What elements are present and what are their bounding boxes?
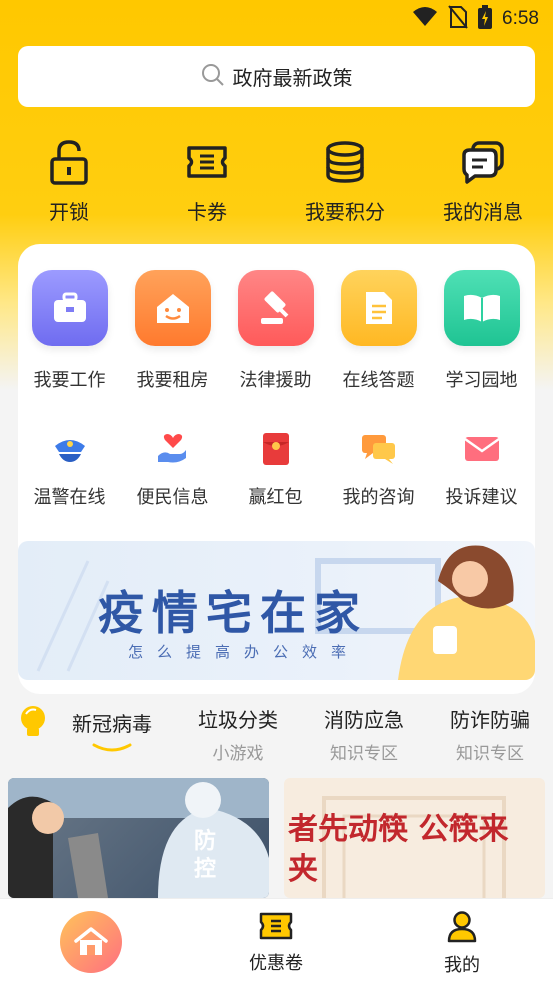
police-cap-icon xyxy=(18,429,121,469)
service-label: 我的咨询 xyxy=(342,487,415,508)
quick-action-label: 开锁 xyxy=(49,200,89,224)
gavel-icon xyxy=(237,270,314,346)
wifi-icon xyxy=(412,6,438,32)
tab-covid[interactable]: 新冠病毒 xyxy=(66,708,158,757)
service-label: 便民信息 xyxy=(136,487,209,508)
news-caption: 防控 xyxy=(194,829,217,882)
quick-action-label: 卡券 xyxy=(187,200,227,224)
service-learning[interactable]: 学习园地 xyxy=(430,270,533,392)
quick-action-ticket[interactable]: 卡券 xyxy=(152,138,262,225)
no-sim-icon xyxy=(448,5,468,33)
nav-home[interactable] xyxy=(60,911,124,973)
user-icon xyxy=(422,911,502,947)
tab-title: 消防应急 xyxy=(324,708,404,732)
quick-action-unlock[interactable]: 开锁 xyxy=(14,138,124,225)
house-smile-icon xyxy=(134,270,211,346)
service-online-quiz[interactable]: 在线答题 xyxy=(327,270,430,392)
service-find-job[interactable]: 我要工作 xyxy=(18,270,121,392)
ticket-icon xyxy=(236,911,316,945)
tab-subtitle: 知识专区 xyxy=(330,744,398,764)
tab-title: 垃圾分类 xyxy=(198,708,278,732)
tab-subtitle: 小游戏 xyxy=(212,744,264,764)
nav-coupons[interactable]: 优惠卷 xyxy=(236,911,316,975)
service-legal-aid[interactable]: 法律援助 xyxy=(224,270,327,392)
quick-action-points[interactable]: 我要积分 xyxy=(290,138,400,225)
bottom-navigation: 优惠卷 我的 xyxy=(0,898,553,983)
search-icon xyxy=(201,63,225,91)
service-label: 投诉建议 xyxy=(445,487,518,508)
tab-title: 防诈防骗 xyxy=(450,708,530,732)
home-icon xyxy=(60,911,122,973)
search-placeholder: 政府最新政策 xyxy=(232,66,353,90)
ticket-icon xyxy=(152,138,262,186)
quick-action-messages[interactable]: 我的消息 xyxy=(428,138,538,225)
news-caption: 者先动筷 公筷来夹 xyxy=(288,812,509,887)
news-card[interactable]: 防控 xyxy=(8,778,269,898)
heart-hand-icon xyxy=(121,429,224,469)
nav-label: 我的 xyxy=(444,955,480,976)
service-label: 在线答题 xyxy=(342,370,415,391)
quick-action-label: 我要积分 xyxy=(305,200,385,224)
red-envelope-icon xyxy=(224,429,327,469)
service-label: 赢红包 xyxy=(248,487,303,508)
service-label: 我要工作 xyxy=(33,370,106,391)
service-label: 法律援助 xyxy=(239,370,312,391)
lightbulb-icon xyxy=(16,704,50,744)
service-police-online[interactable]: 温警在线 xyxy=(18,429,121,509)
service-my-consult[interactable]: 我的咨询 xyxy=(327,429,430,509)
quick-actions: 开锁 卡券 我要积分 我的消息 xyxy=(0,138,553,233)
service-rent-house[interactable]: 我要租房 xyxy=(121,270,224,392)
service-complaint[interactable]: 投诉建议 xyxy=(430,429,533,509)
mail-icon xyxy=(430,429,533,469)
quick-action-label: 我的消息 xyxy=(443,200,523,224)
nav-label: 优惠卷 xyxy=(249,953,303,974)
service-label: 学习园地 xyxy=(445,370,518,391)
service-label: 我要租房 xyxy=(136,370,209,391)
tab-anti-fraud[interactable]: 防诈防骗 知识专区 xyxy=(442,704,538,764)
news-card[interactable]: 者先动筷 公筷来夹 xyxy=(284,778,545,898)
category-tabs: 新冠病毒 垃圾分类 小游戏 消防应急 知识专区 防诈防骗 知识专区 xyxy=(0,700,553,765)
banner-subtitle: 怎么提高办公效率 xyxy=(128,643,361,661)
tab-garbage-sorting[interactable]: 垃圾分类 小游戏 xyxy=(190,704,286,764)
tab-subtitle: 知识专区 xyxy=(456,744,524,764)
status-time: 6:58 xyxy=(502,8,539,29)
message-icon xyxy=(428,138,538,186)
status-bar: 6:58 xyxy=(0,0,553,38)
battery-icon xyxy=(478,5,493,33)
banner-title: 疫情宅在家 xyxy=(98,586,368,640)
coins-icon xyxy=(290,138,400,186)
chat-icon xyxy=(327,429,430,469)
service-label: 温警在线 xyxy=(33,487,106,508)
active-tab-indicator xyxy=(92,743,132,752)
nav-profile[interactable]: 我的 xyxy=(422,911,502,977)
search-input[interactable]: 政府最新政策 xyxy=(18,46,535,107)
tab-fire-emergency[interactable]: 消防应急 知识专区 xyxy=(316,704,412,764)
service-red-envelope[interactable]: 赢红包 xyxy=(224,429,327,509)
service-public-info[interactable]: 便民信息 xyxy=(121,429,224,509)
document-icon xyxy=(340,270,417,346)
tab-title: 新冠病毒 xyxy=(72,712,152,736)
unlock-icon xyxy=(14,138,124,186)
promo-banner[interactable]: 疫情宅在家 怎么提高办公效率 xyxy=(18,541,535,680)
book-icon xyxy=(443,270,520,346)
briefcase-icon xyxy=(31,270,108,346)
news-image xyxy=(8,778,269,898)
